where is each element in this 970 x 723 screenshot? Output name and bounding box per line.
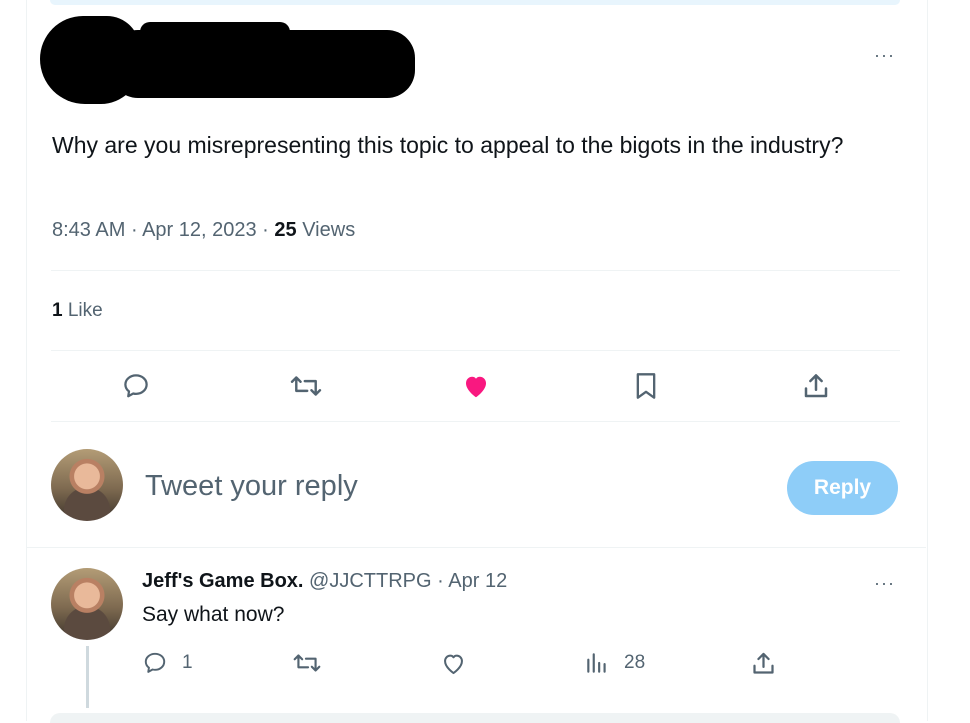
bookmark-action-button[interactable]	[628, 368, 664, 404]
analytics-icon	[587, 653, 606, 673]
reply-views-button[interactable]: 28	[584, 648, 645, 678]
likes-label: Like	[67, 300, 103, 321]
thread-line	[86, 646, 89, 708]
share-icon	[753, 652, 774, 674]
views-count: 25	[274, 219, 297, 241]
reply-icon	[144, 652, 166, 673]
reply-date[interactable]: Apr 12	[448, 570, 507, 592]
reply-count: 1	[182, 652, 193, 673]
current-user-avatar[interactable]	[51, 449, 123, 521]
divider	[51, 350, 900, 351]
reply-input[interactable]: Tweet your reply	[145, 470, 358, 503]
share-action-button[interactable]	[798, 368, 834, 404]
divider	[26, 547, 926, 548]
like-action-button[interactable]	[458, 368, 494, 404]
tweet-text: Why are you misrepresenting this topic t…	[52, 132, 844, 158]
share-icon	[804, 374, 828, 398]
reply-author-avatar[interactable]	[51, 568, 123, 640]
divider	[51, 270, 900, 271]
tweet-meta: 8:43 AM · Apr 12, 2023 · 25 Views	[52, 219, 356, 241]
reply-reply-button[interactable]: 1	[142, 648, 193, 678]
reply-more-options-icon[interactable]: ···	[874, 574, 895, 592]
reply-like-button[interactable]	[440, 648, 467, 678]
tweet-time[interactable]: 8:43 AM	[52, 219, 125, 241]
retweet-action-button[interactable]	[286, 368, 326, 404]
heart-filled-icon	[466, 376, 486, 398]
previous-item-edge	[50, 0, 900, 5]
bookmark-icon	[636, 373, 656, 399]
separator-dot: ·	[437, 570, 444, 592]
more-options-icon[interactable]: ···	[874, 46, 895, 64]
next-item-edge	[50, 713, 900, 723]
retweet-icon	[290, 376, 322, 396]
reply-author-handle[interactable]: @JJCTTRPG	[309, 570, 432, 592]
likes-summary[interactable]: 1 Like	[52, 300, 103, 322]
reply-retweet-button[interactable]	[292, 648, 322, 678]
reply-text: Say what now?	[142, 603, 285, 626]
views-label: Views	[302, 219, 356, 241]
heart-icon	[444, 654, 463, 674]
retweet-icon	[293, 654, 321, 672]
reply-author-name[interactable]: Jeff's Game Box.	[142, 570, 303, 592]
reply-share-button[interactable]	[750, 648, 777, 678]
divider	[51, 421, 900, 422]
likes-count: 1	[52, 300, 63, 321]
reply-icon	[124, 374, 148, 398]
reply-action-button[interactable]	[118, 368, 154, 404]
reply-button[interactable]: Reply	[787, 461, 898, 515]
reply-views-count: 28	[624, 652, 646, 673]
reply-author: Jeff's Game Box. @JJCTTRPG · Apr 12	[142, 570, 507, 593]
tweet-date[interactable]: Apr 12, 2023	[142, 219, 257, 241]
